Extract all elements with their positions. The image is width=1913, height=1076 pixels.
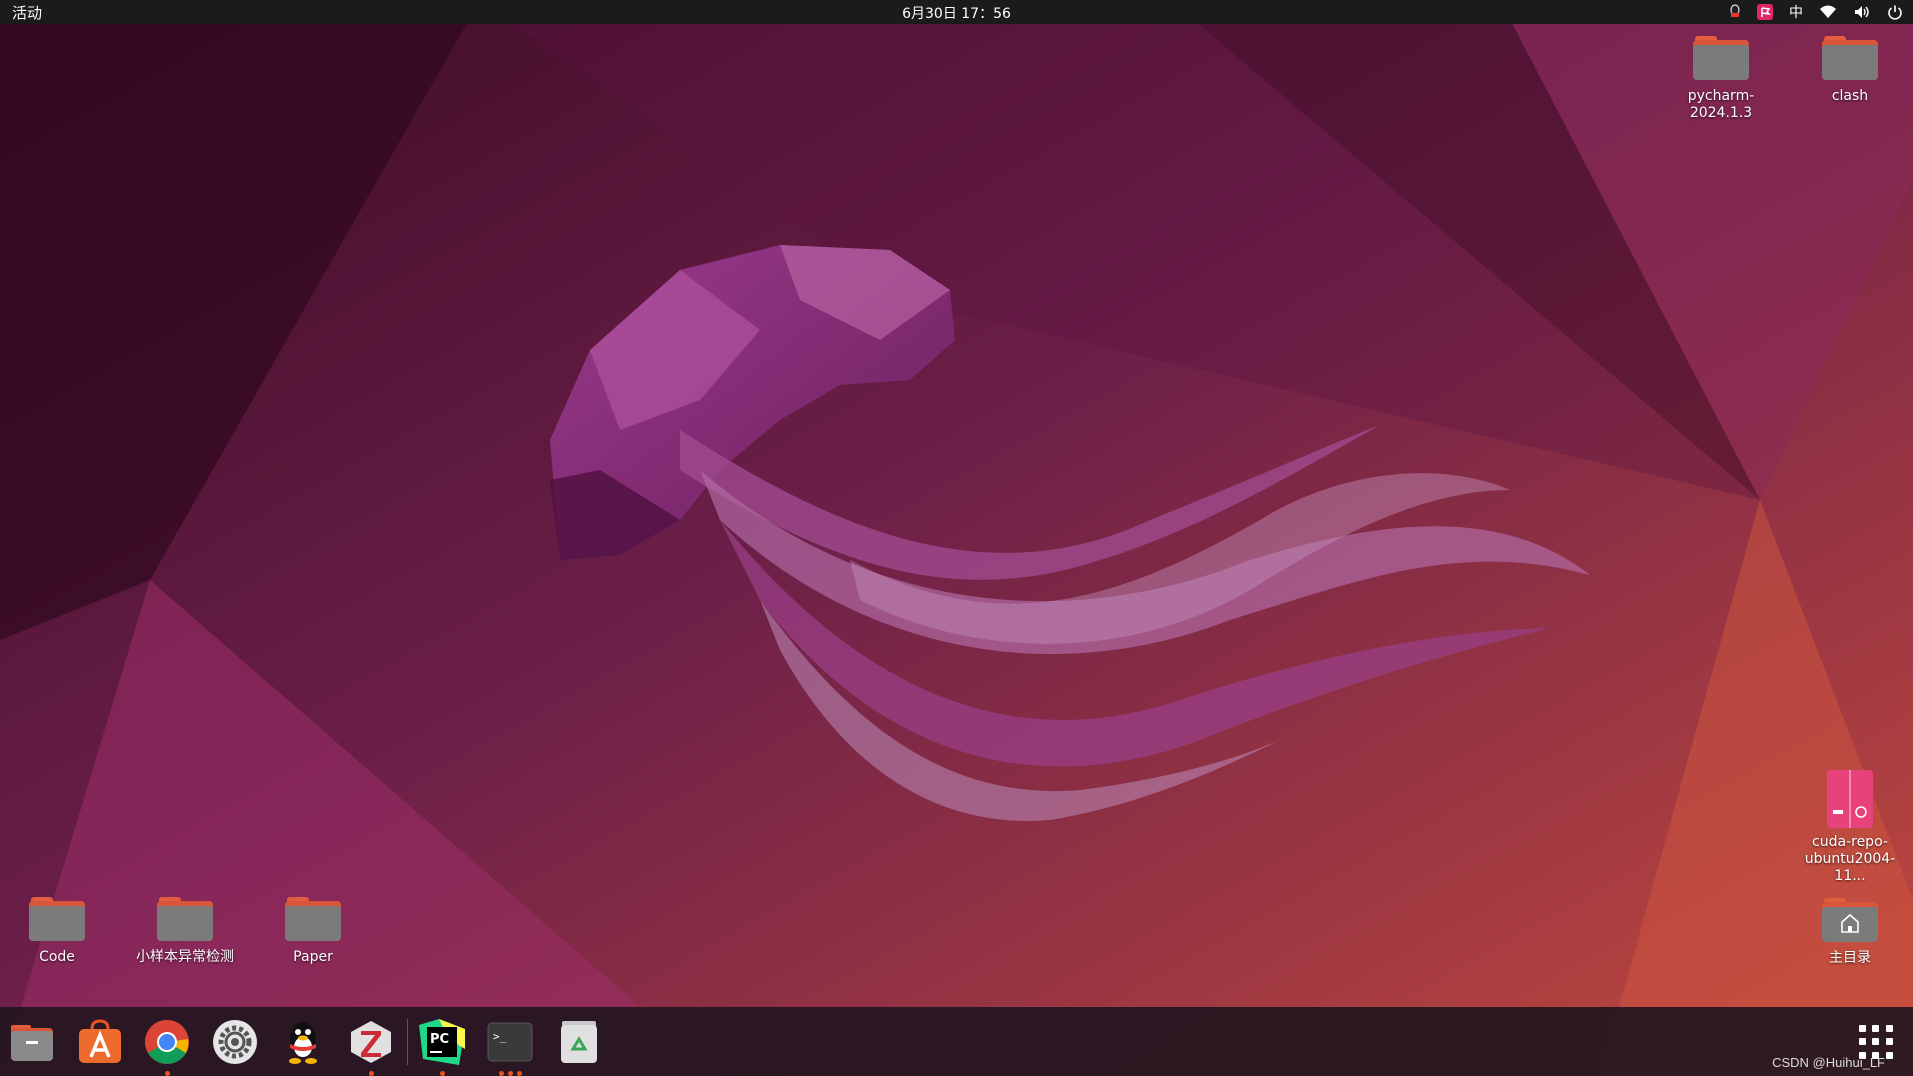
running-indicator [508,1071,513,1076]
top-bar: 活动 6月30日 17：56 中 [0,0,1913,24]
grid-dot [1872,1025,1880,1032]
desktop-icon-label: cuda-repo-ubuntu2004-11... [1804,834,1896,884]
watermark: CSDN @Huihui_LF [1772,1055,1885,1070]
desktop-folder-anomaly-detection[interactable]: 小样本异常检测 [125,897,245,966]
running-indicator [369,1071,374,1076]
folder-icon [157,897,213,941]
system-tray: 中 [1729,0,1903,24]
grid-dot [1872,1038,1880,1046]
running-indicator [517,1071,522,1076]
show-applications-button[interactable] [1859,1025,1893,1059]
dock-pycharm[interactable]: PC [419,1019,465,1076]
home-folder-icon [1822,898,1878,942]
folder-icon [285,897,341,941]
desktop-icon-label: Code [39,949,75,965]
grid-dot [1885,1051,1893,1059]
dock-files[interactable] [9,1019,55,1065]
qq-tray-icon[interactable] [1729,0,1741,24]
files-icon [11,1025,53,1061]
folder-icon [1693,36,1749,80]
dock-app-center[interactable] [77,1019,123,1065]
grid-dot [1859,1025,1866,1032]
running-indicator [499,1071,504,1076]
desktop-file-cuda-repo[interactable]: cuda-repo-ubuntu2004-11... [1790,770,1910,885]
dock: PC >_ [0,1007,1913,1076]
flag-tray-icon[interactable] [1757,0,1773,24]
volume-icon[interactable] [1853,0,1871,24]
folder-icon [29,897,85,941]
grid-dot [1859,1038,1866,1046]
zotero-icon [351,1021,391,1063]
svg-text:>_: >_ [493,1030,507,1043]
wifi-icon[interactable] [1819,0,1837,24]
desktop-folder-code[interactable]: Code [0,897,117,966]
dock-settings[interactable] [212,1019,258,1065]
dock-trash[interactable] [556,1019,602,1065]
pycharm-icon: PC [419,1019,465,1065]
desktop-icon-label: pycharm-2024.1.3 [1687,88,1755,121]
svg-text:PC: PC [430,1032,449,1047]
desktop-icon-label: 小样本异常检测 [136,949,234,965]
dock-terminal[interactable]: >_ [487,1019,533,1076]
desktop-folder-pycharm[interactable]: pycharm-2024.1.3 [1661,36,1781,122]
desktop-home-folder[interactable]: 主目录 [1790,898,1910,967]
grid-dot [1885,1038,1893,1046]
grid-dot [1885,1025,1893,1032]
clock[interactable]: 6月30日 17：56 [0,3,1913,23]
desktop-folder-clash[interactable]: clash [1790,36,1910,105]
settings-icon [213,1020,257,1064]
dock-chrome[interactable] [144,1019,190,1076]
trash-icon [561,1021,597,1063]
desktop-icon-label: clash [1831,88,1869,104]
folder-icon [1822,36,1878,80]
dock-zotero[interactable] [348,1019,394,1076]
terminal-icon: >_ [487,1022,533,1062]
input-method-indicator[interactable]: 中 [1789,0,1803,24]
app-center-icon [79,1019,121,1063]
deb-package-icon [1827,770,1873,828]
power-icon[interactable] [1887,0,1903,24]
dock-separator [407,1019,408,1065]
chrome-icon [145,1020,189,1064]
dock-qq[interactable] [280,1019,326,1065]
desktop-icon-label: Paper [293,949,333,965]
running-indicator [440,1071,445,1076]
qq-icon [289,1022,317,1064]
desktop-icon-label: 主目录 [1829,950,1871,966]
running-indicator [165,1071,170,1076]
desktop-folder-paper[interactable]: Paper [253,897,373,966]
